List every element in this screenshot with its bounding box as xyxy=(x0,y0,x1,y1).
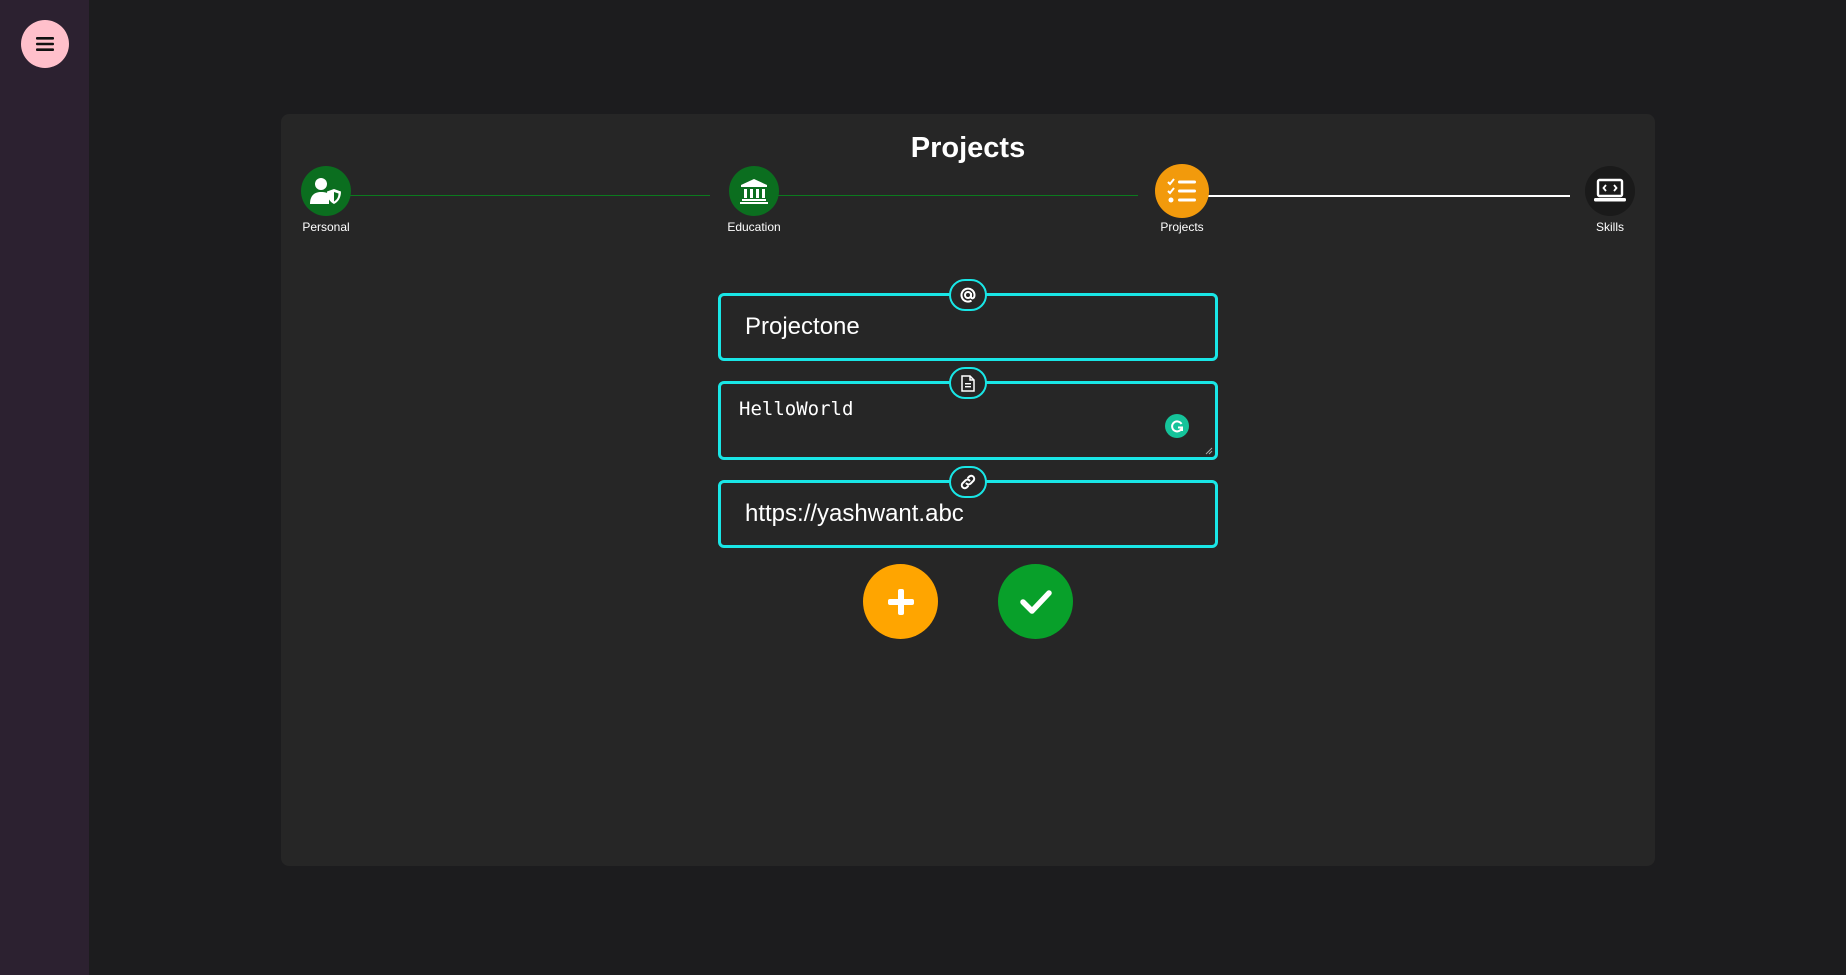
field-icon-badge xyxy=(949,466,987,498)
menu-button[interactable] xyxy=(21,20,69,68)
laptop-code-icon xyxy=(1594,178,1626,202)
bank-icon xyxy=(740,179,768,204)
step-projects[interactable]: Projects xyxy=(1122,164,1242,234)
step-connector-projects-skills xyxy=(1186,195,1570,197)
step-circle xyxy=(729,166,779,216)
step-label: Skills xyxy=(1595,220,1624,234)
link-icon xyxy=(960,474,976,490)
step-personal[interactable]: Personal xyxy=(266,166,386,234)
hamburger-menu-icon xyxy=(36,37,54,51)
plus-icon xyxy=(887,588,914,615)
checklist-icon xyxy=(1167,178,1196,203)
check-icon xyxy=(1019,589,1052,614)
step-label: Projects xyxy=(1160,220,1204,234)
page-title: Projects xyxy=(910,132,1026,164)
step-circle xyxy=(301,166,351,216)
grammar-assistant-icon[interactable] xyxy=(1165,414,1189,438)
step-label: Personal xyxy=(302,220,350,234)
project-name-field xyxy=(718,279,1218,361)
document-icon xyxy=(961,374,975,392)
step-skills[interactable]: Skills xyxy=(1550,166,1670,234)
step-label: Education xyxy=(727,220,781,234)
project-link-field xyxy=(718,466,1218,548)
step-circle xyxy=(1155,164,1209,218)
add-project-button[interactable] xyxy=(863,564,938,639)
resize-handle-icon[interactable] xyxy=(1205,447,1213,455)
at-icon xyxy=(960,287,976,303)
field-icon-badge xyxy=(949,367,987,399)
submit-button[interactable] xyxy=(998,564,1073,639)
step-education[interactable]: Education xyxy=(694,166,814,234)
field-icon-badge xyxy=(949,279,987,311)
sidebar xyxy=(0,0,89,975)
description-field: HelloWorld xyxy=(718,367,1218,460)
step-circle xyxy=(1585,166,1635,216)
user-shield-icon xyxy=(310,178,341,204)
